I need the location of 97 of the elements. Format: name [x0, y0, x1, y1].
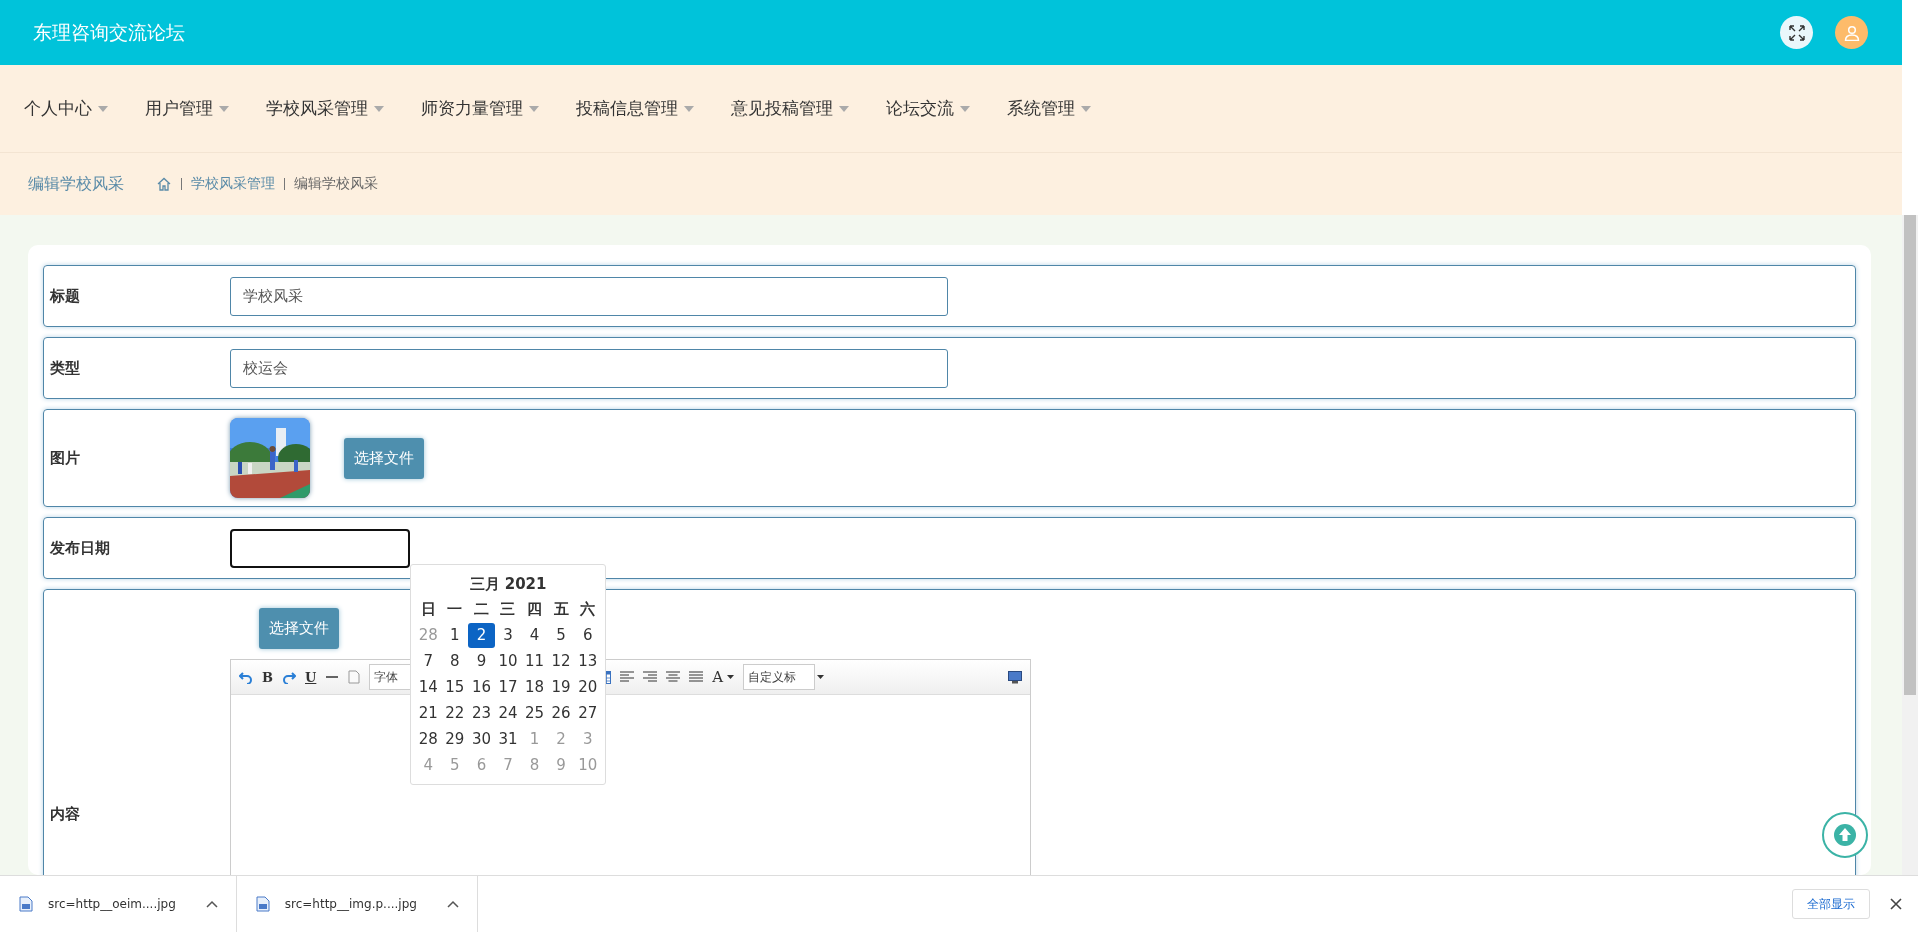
- file-name: src=http__img.p....jpg: [284, 897, 417, 911]
- caret-icon: [960, 105, 970, 112]
- calendar-day[interactable]: 19: [547, 675, 575, 700]
- field-label: 内容: [50, 805, 81, 824]
- caret-icon: [839, 105, 849, 112]
- calendar-day[interactable]: 25: [521, 701, 548, 726]
- align-left-icon[interactable]: [620, 671, 635, 683]
- caret-icon: [98, 105, 108, 112]
- calendar-day[interactable]: 23: [468, 701, 495, 726]
- calendar-day[interactable]: 9: [468, 649, 495, 674]
- nav-menu-item[interactable]: 投稿信息管理: [576, 97, 694, 120]
- caret-icon: [219, 105, 229, 112]
- caret-icon: [817, 675, 825, 679]
- calendar-day[interactable]: 30: [468, 727, 495, 752]
- calendar-day[interactable]: 31: [494, 727, 522, 752]
- heading-select[interactable]: 自定义标: [743, 664, 816, 690]
- choose-file-button[interactable]: 选择文件: [259, 608, 339, 649]
- breadcrumb-current: 编辑学校风采: [294, 175, 378, 193]
- user-icon: [1843, 24, 1860, 41]
- weekday-label: 日: [419, 599, 437, 620]
- nav-menu-item[interactable]: 意见投稿管理: [731, 97, 849, 120]
- weekday-label: 三: [499, 599, 517, 620]
- nav-menu-item[interactable]: 论坛交流: [886, 97, 970, 120]
- image-file-icon: [254, 896, 271, 912]
- calendar-day[interactable]: 1: [441, 623, 469, 648]
- calendar-day[interactable]: 18: [521, 675, 548, 700]
- nav-menu-item[interactable]: 师资力量管理: [421, 97, 539, 120]
- weekday-label: 六: [579, 599, 597, 620]
- field-label: 发布日期: [50, 538, 111, 558]
- weekday-label: 一: [446, 599, 464, 620]
- image-file-icon: [18, 896, 34, 912]
- file-name: src=http__oeim....jpg: [48, 897, 176, 911]
- calendar-day[interactable]: 28: [415, 727, 442, 752]
- calendar-day[interactable]: 4: [521, 623, 548, 648]
- text-input[interactable]: 学校风采: [230, 276, 948, 316]
- underline-button[interactable]: U: [305, 669, 317, 685]
- nav-menu-item[interactable]: 个人中心: [24, 97, 108, 120]
- choose-file-button[interactable]: 选择文件: [344, 437, 424, 479]
- caret-icon: [684, 105, 694, 112]
- text-input[interactable]: 校运会: [230, 348, 948, 388]
- date-input[interactable]: [230, 528, 410, 568]
- calendar-day[interactable]: 24: [494, 701, 522, 726]
- calendar-day[interactable]: 2: [468, 623, 495, 648]
- calendar-day[interactable]: 15: [441, 675, 469, 700]
- page-title: 编辑学校风采: [28, 173, 124, 195]
- calendar-day[interactable]: 27: [574, 701, 601, 726]
- download-item[interactable]: src=http__oeim....jpg: [0, 876, 237, 932]
- download-item[interactable]: src=http__img.p....jpg: [236, 876, 478, 932]
- undo-icon[interactable]: [239, 670, 253, 684]
- home-icon[interactable]: [156, 176, 172, 192]
- calendar-day[interactable]: 29: [441, 727, 469, 752]
- redo-icon[interactable]: [282, 670, 296, 684]
- calendar-day[interactable]: 8: [441, 649, 469, 674]
- caret-icon: [529, 105, 539, 112]
- nav-menu-item[interactable]: 学校风采管理: [266, 97, 384, 120]
- preview-icon[interactable]: [1008, 670, 1022, 684]
- calendar-day[interactable]: 17: [494, 675, 522, 700]
- calendar-day[interactable]: 21: [415, 701, 442, 726]
- nav-menu-item[interactable]: 系统管理: [1007, 97, 1091, 120]
- calendar-day[interactable]: 11: [521, 649, 548, 674]
- calendar-day[interactable]: 5: [547, 623, 575, 648]
- month-title: 三月 2021: [468, 574, 548, 595]
- calendar-day[interactable]: 6: [574, 623, 601, 648]
- caret-icon: [1081, 105, 1091, 112]
- calendar-day[interactable]: 3: [494, 623, 522, 648]
- fullscreen-button[interactable]: [1780, 16, 1813, 49]
- close-icon[interactable]: [1890, 898, 1902, 910]
- field-label: 图片: [50, 448, 81, 468]
- calendar-day[interactable]: 22: [441, 701, 469, 726]
- chevron-up-icon[interactable]: [446, 900, 459, 908]
- calendar-day[interactable]: 13: [574, 649, 601, 674]
- chevron-up-icon[interactable]: [205, 900, 218, 908]
- weekday-label: 五: [552, 599, 570, 620]
- calendar-day[interactable]: 10: [494, 649, 522, 674]
- nav-menu-item[interactable]: 用户管理: [145, 97, 229, 120]
- weekday-label: 四: [526, 599, 544, 620]
- show-all-button[interactable]: 全部显示: [1792, 889, 1870, 919]
- calendar-day[interactable]: 20: [574, 675, 601, 700]
- scrollbar[interactable]: [1902, 215, 1918, 875]
- justify-icon[interactable]: [689, 671, 704, 683]
- site-title: 东理咨询交流论坛: [33, 19, 185, 45]
- weekday-label: 二: [472, 599, 490, 620]
- field-label: 类型: [50, 358, 81, 378]
- avatar-button[interactable]: [1835, 16, 1868, 49]
- bold-button[interactable]: B: [262, 669, 273, 685]
- calendar-day[interactable]: 26: [547, 701, 575, 726]
- arrow-up-icon: [1834, 824, 1856, 846]
- fullscreen-icon: [1787, 23, 1806, 42]
- calendar-day[interactable]: 12: [547, 649, 575, 674]
- document-icon[interactable]: [348, 670, 361, 684]
- field-label: 标题: [50, 286, 81, 306]
- caret-icon: [727, 675, 735, 679]
- calendar-day[interactable]: 16: [468, 675, 495, 700]
- font-color-button[interactable]: A: [712, 668, 724, 686]
- align-center-icon[interactable]: [666, 671, 681, 683]
- caret-icon: [374, 105, 384, 112]
- align-right-icon[interactable]: [643, 671, 658, 683]
